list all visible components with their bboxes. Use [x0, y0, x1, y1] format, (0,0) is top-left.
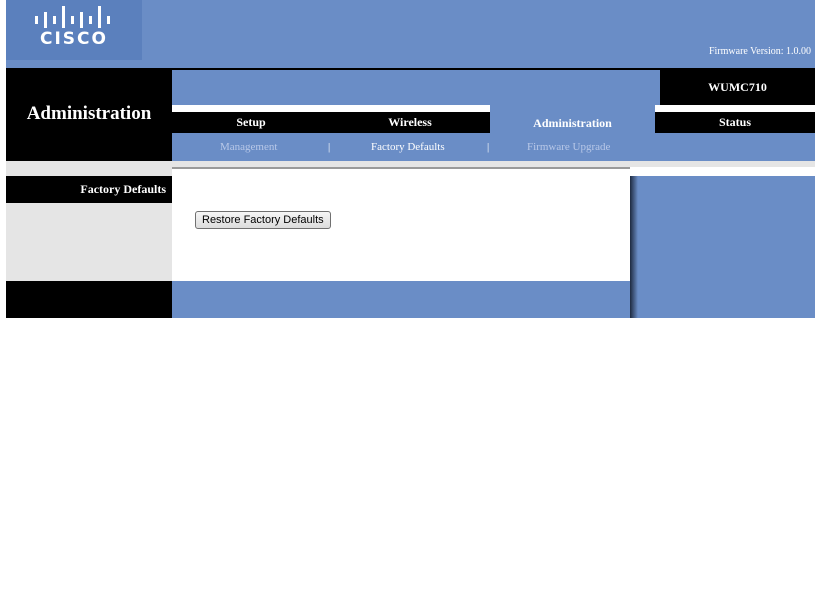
tab-setup[interactable]: Setup [172, 112, 330, 133]
panel-shadow [630, 176, 638, 318]
subtab-factory-defaults[interactable]: Factory Defaults [371, 141, 445, 153]
tab-wireless[interactable]: Wireless [330, 112, 490, 133]
sidebar-body [6, 203, 172, 281]
firmware-version: Firmware Version: 1.0.00 [708, 46, 811, 57]
divider-strip [6, 161, 172, 176]
right-panel-top [630, 167, 815, 176]
tab-status[interactable]: Status [655, 112, 815, 133]
sidebar-footer [6, 281, 172, 318]
subtab-separator: | [487, 141, 490, 153]
content-footer [172, 281, 630, 318]
cisco-logo-icon [35, 6, 110, 28]
tab-administration[interactable]: Administration [490, 105, 655, 133]
page-title: Administration [26, 103, 152, 124]
right-help-panel [638, 176, 815, 318]
subtab-management[interactable]: Management [220, 141, 277, 153]
subtab-separator: | [328, 141, 331, 153]
restore-factory-defaults-button[interactable]: Restore Factory Defaults [195, 211, 331, 229]
sidebar-section-label: Factory Defaults [80, 182, 166, 196]
top-bar-blue [172, 70, 660, 105]
cisco-logo-text: CISCO [40, 29, 108, 49]
subtab-firmware-upgrade[interactable]: Firmware Upgrade [527, 141, 610, 153]
model-name: WUMC710 [708, 80, 767, 94]
